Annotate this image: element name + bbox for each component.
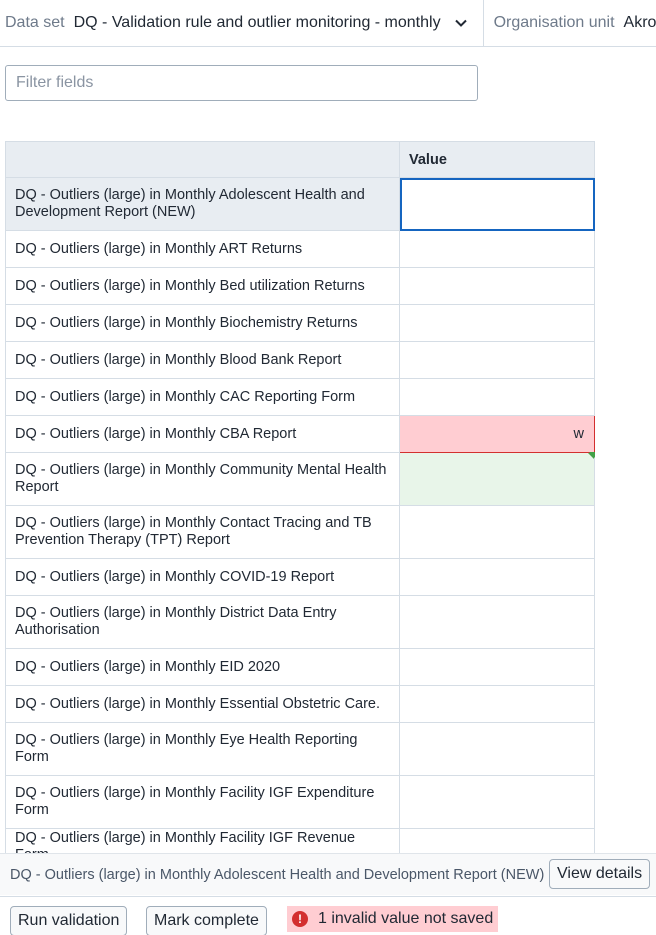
table-row: DQ - Outliers (large) in Monthly Adolesc… bbox=[5, 177, 595, 231]
dataset-selector[interactable]: Data set DQ - Validation rule and outlie… bbox=[0, 0, 484, 46]
table-row: DQ - Outliers (large) in Monthly Communi… bbox=[5, 452, 595, 506]
orgunit-label: Organisation unit bbox=[493, 14, 615, 31]
details-bar: DQ - Outliers (large) in Monthly Adolesc… bbox=[0, 853, 656, 895]
chevron-down-icon bbox=[454, 19, 467, 27]
value-cell[interactable] bbox=[399, 177, 595, 231]
value-cell[interactable] bbox=[399, 304, 595, 342]
table-header-row: Value bbox=[5, 141, 595, 178]
filter-fields-input[interactable] bbox=[5, 65, 478, 101]
field-name-cell: DQ - Outliers (large) in Monthly Communi… bbox=[5, 452, 400, 506]
table-row: DQ - Outliers (large) in Monthly Blood B… bbox=[5, 341, 595, 379]
value-cell[interactable] bbox=[399, 452, 595, 506]
table-row: DQ - Outliers (large) in Monthly COVID-1… bbox=[5, 558, 595, 596]
value-cell[interactable]: w bbox=[399, 415, 595, 458]
table-row: DQ - Outliers (large) in Monthly Essenti… bbox=[5, 685, 595, 723]
bottom-action-bar: Run validation Mark complete ! 1 invalid… bbox=[0, 896, 656, 935]
run-validation-button[interactable]: Run validation bbox=[10, 906, 128, 935]
field-name-cell: DQ - Outliers (large) in Monthly COVID-1… bbox=[5, 558, 400, 596]
field-name-cell: DQ - Outliers (large) in Monthly EID 202… bbox=[5, 648, 400, 686]
table-row: DQ - Outliers (large) in Monthly Bed uti… bbox=[5, 267, 595, 305]
field-name-cell: DQ - Outliers (large) in Monthly Essenti… bbox=[5, 685, 400, 723]
invalid-values-notice: ! 1 invalid value not saved bbox=[287, 906, 499, 932]
field-name-cell: DQ - Outliers (large) in Monthly Biochem… bbox=[5, 304, 400, 342]
form-content: Value DQ - Outliers (large) in Monthly A… bbox=[0, 48, 656, 853]
field-name-cell: DQ - Outliers (large) in Monthly Facilit… bbox=[5, 775, 400, 829]
table-row: DQ - Outliers (large) in Monthly CAC Rep… bbox=[5, 378, 595, 416]
table-row: DQ - Outliers (large) in Monthly ART Ret… bbox=[5, 230, 595, 268]
value-cell[interactable] bbox=[399, 505, 595, 559]
table-row: DQ - Outliers (large) in Monthly Distric… bbox=[5, 595, 595, 649]
value-cell[interactable] bbox=[399, 775, 595, 829]
field-name-cell: DQ - Outliers (large) in Monthly Adolesc… bbox=[5, 177, 400, 231]
field-name-cell: DQ - Outliers (large) in Monthly CAC Rep… bbox=[5, 378, 400, 416]
value-cell[interactable] bbox=[399, 558, 595, 596]
value-cell[interactable] bbox=[399, 648, 595, 686]
data-entry-table: Value DQ - Outliers (large) in Monthly A… bbox=[5, 141, 595, 853]
value-cell[interactable] bbox=[399, 722, 595, 776]
field-name-cell: DQ - Outliers (large) in Monthly Distric… bbox=[5, 595, 400, 649]
field-name-cell: DQ - Outliers (large) in Monthly ART Ret… bbox=[5, 230, 400, 268]
table-row: DQ - Outliers (large) in Monthly EID 202… bbox=[5, 648, 595, 686]
value-cell[interactable] bbox=[399, 685, 595, 723]
orgunit-value: Akrod bbox=[623, 14, 656, 31]
column-header-value: Value bbox=[399, 141, 595, 178]
cell-value: w bbox=[573, 426, 584, 442]
sync-status-indicator-icon bbox=[588, 453, 594, 459]
context-selection-bar: Data set DQ - Validation rule and outlie… bbox=[0, 0, 656, 47]
invalid-values-text: 1 invalid value not saved bbox=[318, 910, 494, 927]
value-cell[interactable] bbox=[399, 267, 595, 305]
table-row: DQ - Outliers (large) in Monthly Facilit… bbox=[5, 828, 595, 853]
field-name-cell: DQ - Outliers (large) in Monthly Eye Hea… bbox=[5, 722, 400, 776]
selected-field-name: DQ - Outliers (large) in Monthly Adolesc… bbox=[10, 866, 545, 883]
table-row: DQ - Outliers (large) in Monthly Facilit… bbox=[5, 775, 595, 829]
orgunit-selector[interactable]: Organisation unit Akrod bbox=[484, 0, 656, 46]
table-row: DQ - Outliers (large) in Monthly Contact… bbox=[5, 505, 595, 559]
field-name-cell: DQ - Outliers (large) in Monthly Facilit… bbox=[5, 828, 400, 853]
value-cell[interactable] bbox=[399, 828, 595, 853]
column-header-name bbox=[5, 141, 400, 178]
value-cell[interactable] bbox=[399, 230, 595, 268]
dataset-value: DQ - Validation rule and outlier monitor… bbox=[73, 14, 441, 31]
error-icon: ! bbox=[292, 911, 308, 927]
table-row: DQ - Outliers (large) in Monthly CBA Rep… bbox=[5, 415, 595, 458]
table-row: DQ - Outliers (large) in Monthly Eye Hea… bbox=[5, 722, 595, 776]
value-cell[interactable] bbox=[399, 378, 595, 416]
field-name-cell: DQ - Outliers (large) in Monthly Bed uti… bbox=[5, 267, 400, 305]
field-name-cell: DQ - Outliers (large) in Monthly CBA Rep… bbox=[5, 415, 400, 453]
table-row: DQ - Outliers (large) in Monthly Biochem… bbox=[5, 304, 595, 342]
field-name-cell: DQ - Outliers (large) in Monthly Blood B… bbox=[5, 341, 400, 379]
mark-complete-button[interactable]: Mark complete bbox=[146, 906, 267, 935]
value-cell[interactable] bbox=[399, 595, 595, 649]
view-details-button[interactable]: View details bbox=[549, 859, 651, 889]
value-cell[interactable] bbox=[399, 341, 595, 379]
dataset-label: Data set bbox=[5, 14, 65, 31]
field-name-cell: DQ - Outliers (large) in Monthly Contact… bbox=[5, 505, 400, 559]
